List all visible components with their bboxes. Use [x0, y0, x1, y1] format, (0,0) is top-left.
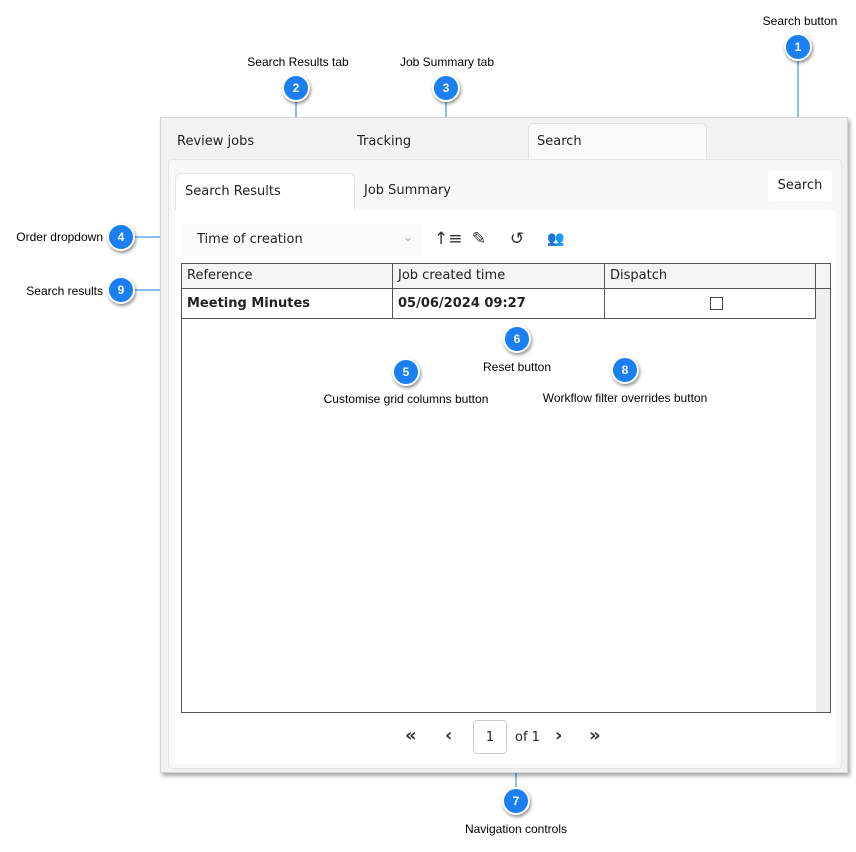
column-header-reference[interactable]: Reference — [182, 264, 393, 289]
callout-badge-8: 8 — [611, 356, 639, 384]
callout-badge-7: 7 — [502, 787, 530, 815]
callout-badge-1: 1 — [784, 33, 812, 61]
callout-badge-9: 9 — [107, 276, 135, 304]
tab-job-summary[interactable]: Job Summary — [364, 183, 451, 198]
column-header-dispatch[interactable]: Dispatch — [605, 264, 816, 289]
reset-button[interactable]: ↺ — [504, 224, 530, 254]
chevron-down-icon: ⌄ — [402, 230, 413, 244]
callout-label-1: Search button — [762, 14, 838, 28]
callout-label-3: Job Summary tab — [399, 55, 495, 69]
tab-search[interactable]: Search — [528, 123, 707, 160]
last-page-button[interactable]: » — [589, 725, 601, 746]
column-header-job-created-time[interactable]: Job created time — [393, 264, 605, 289]
callout-badge-2: 2 — [282, 74, 310, 102]
first-page-button[interactable]: « — [405, 725, 417, 746]
callout-label-8: Workflow filter overrides button — [542, 391, 708, 405]
callout-badge-4: 4 — [107, 223, 135, 251]
vertical-scrollbar[interactable] — [816, 289, 830, 712]
callout-label-9: Search results — [26, 284, 103, 298]
callout-badge-3: 3 — [432, 74, 460, 102]
search-button[interactable]: Search — [768, 171, 832, 201]
tab-search-results[interactable]: Search Results — [175, 173, 355, 210]
users-gear-icon: 👥 — [547, 231, 565, 247]
previous-page-button[interactable]: ‹ — [445, 725, 452, 746]
next-page-button[interactable]: › — [555, 725, 562, 746]
edit-icon: ✎ — [471, 229, 487, 249]
callout-label-2: Search Results tab — [247, 55, 349, 69]
page-count: of 1 — [515, 730, 540, 745]
tab-tracking[interactable]: Tracking — [347, 132, 411, 160]
reset-icon: ↺ — [509, 229, 525, 249]
callout-label-4: Order dropdown — [16, 230, 103, 244]
callout-label-5: Customise grid columns button — [323, 392, 489, 406]
tab-review-jobs[interactable]: Review jobs — [167, 132, 254, 160]
customise-grid-columns-button[interactable]: ✎ — [466, 224, 492, 254]
callout-label-7: Navigation controls — [464, 822, 568, 836]
order-dropdown[interactable]: Time of creation ⌄ — [181, 224, 421, 256]
workflow-filter-overrides-button[interactable]: 👥 — [543, 224, 569, 254]
order-dropdown-value: Time of creation — [197, 232, 303, 247]
header-filler — [816, 264, 830, 289]
callout-label-6: Reset button — [482, 360, 552, 374]
callout-badge-6: 6 — [503, 325, 531, 353]
cell-created[interactable]: 05/06/2024 09:27 — [393, 289, 605, 319]
application-window: Review jobs Tracking Search Search Resul… — [160, 117, 848, 773]
sort-ascending-icon[interactable]: ↑≡ — [434, 224, 463, 254]
cell-reference[interactable]: Meeting Minutes — [182, 289, 393, 319]
search-panel: Search Results Job Summary Search Time o… — [168, 159, 842, 769]
dispatch-checkbox[interactable] — [710, 297, 723, 310]
page-number-input[interactable]: 1 — [473, 720, 507, 754]
search-results-content: Time of creation ⌄ ↑≡ ✎ ↺ 👥 Reference Jo… — [175, 210, 836, 764]
callout-badge-5: 5 — [392, 358, 420, 386]
